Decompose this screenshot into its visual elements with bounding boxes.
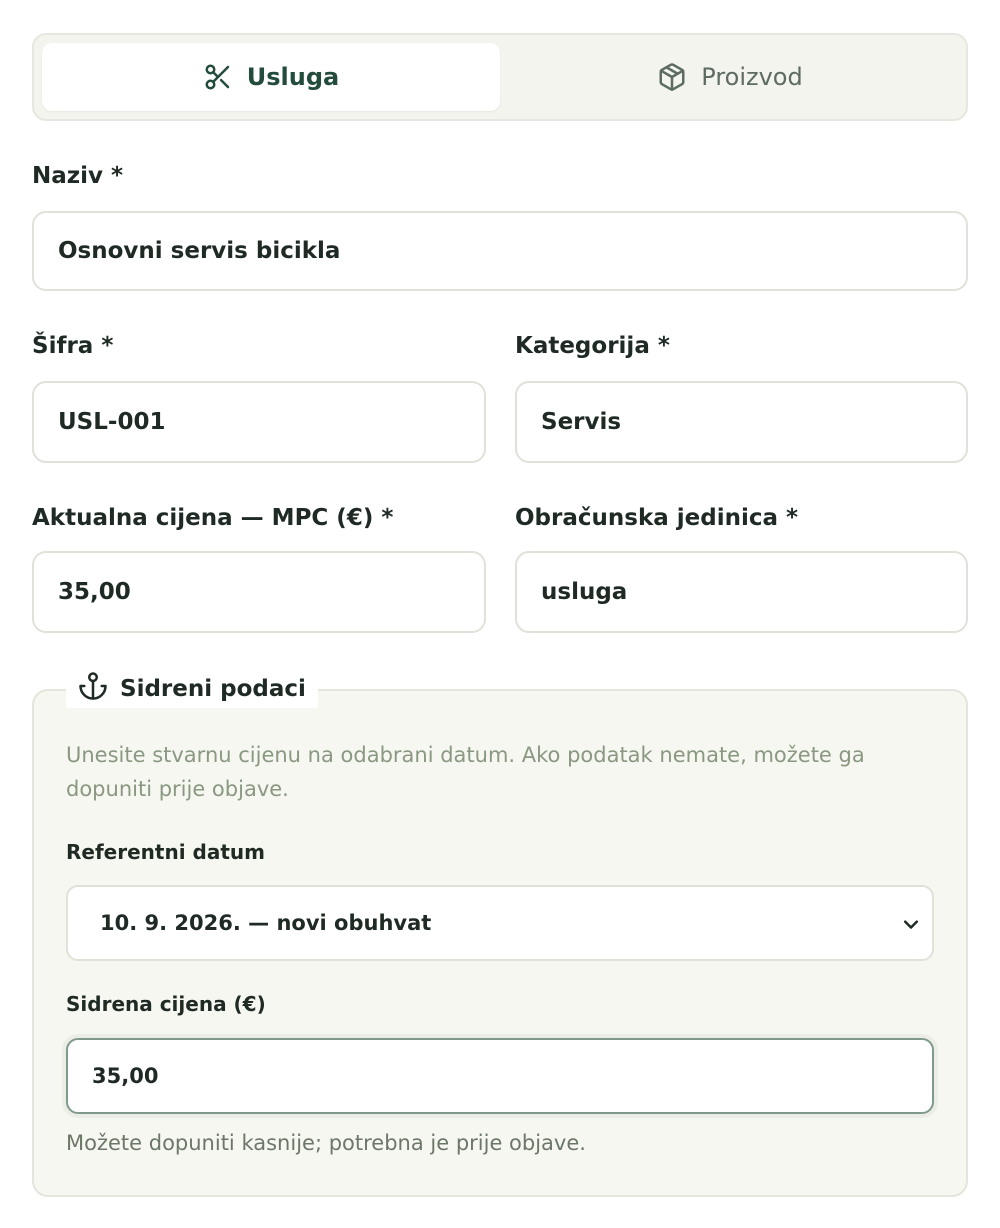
- scissors-icon: [203, 62, 233, 92]
- reference-date-value: 10. 9. 2026. — novi obuhvat: [100, 911, 432, 935]
- sifra-label: Šifra *: [32, 333, 114, 359]
- anchor-legend: Sidreni podaci: [66, 670, 318, 708]
- reference-date-select[interactable]: 10. 9. 2026. — novi obuhvat: [66, 885, 934, 961]
- tab-usluga-label: Usluga: [246, 63, 340, 91]
- tab-proizvod[interactable]: Proizvod: [501, 43, 959, 111]
- kategorija-label: Kategorija *: [515, 333, 670, 359]
- kategorija-input[interactable]: Servis: [515, 381, 968, 463]
- cijena-label: Aktualna cijena — MPC (€) *: [32, 505, 394, 531]
- anchor-hint: Unesite stvarnu cijenu na odabrani datum…: [66, 743, 865, 801]
- jedinica-label: Obračunska jedinica *: [515, 505, 799, 531]
- package-icon: [657, 62, 687, 92]
- naziv-value: Osnovni servis bicikla: [58, 238, 341, 264]
- anchor-price-value: 35,00: [92, 1064, 159, 1088]
- cijena-value: 35,00: [58, 579, 131, 605]
- naziv-input[interactable]: Osnovni servis bicikla: [32, 211, 968, 291]
- anchor-icon: [78, 671, 108, 707]
- date-label: Referentni datum: [66, 840, 265, 864]
- naziv-label: Naziv *: [32, 163, 124, 189]
- tab-usluga[interactable]: Usluga: [42, 43, 500, 111]
- anchor-price-input[interactable]: 35,00: [66, 1038, 934, 1114]
- tab-proizvod-label: Proizvod: [701, 63, 803, 91]
- type-tabs: Usluga Proizvod: [32, 33, 968, 121]
- anchor-legend-label: Sidreni podaci: [120, 676, 306, 702]
- kategorija-value: Servis: [541, 409, 622, 435]
- sifra-value: USL-001: [58, 409, 166, 435]
- sifra-input[interactable]: USL-001: [32, 381, 486, 463]
- jedinica-value: usluga: [541, 579, 628, 605]
- anchor-price-label: Sidrena cijena (€): [66, 992, 266, 1016]
- jedinica-input[interactable]: usluga: [515, 551, 968, 633]
- anchor-price-hint: Možete dopuniti kasnije; potrebna je pri…: [66, 1131, 586, 1155]
- cijena-input[interactable]: 35,00: [32, 551, 486, 633]
- chevron-down-icon: [900, 915, 922, 940]
